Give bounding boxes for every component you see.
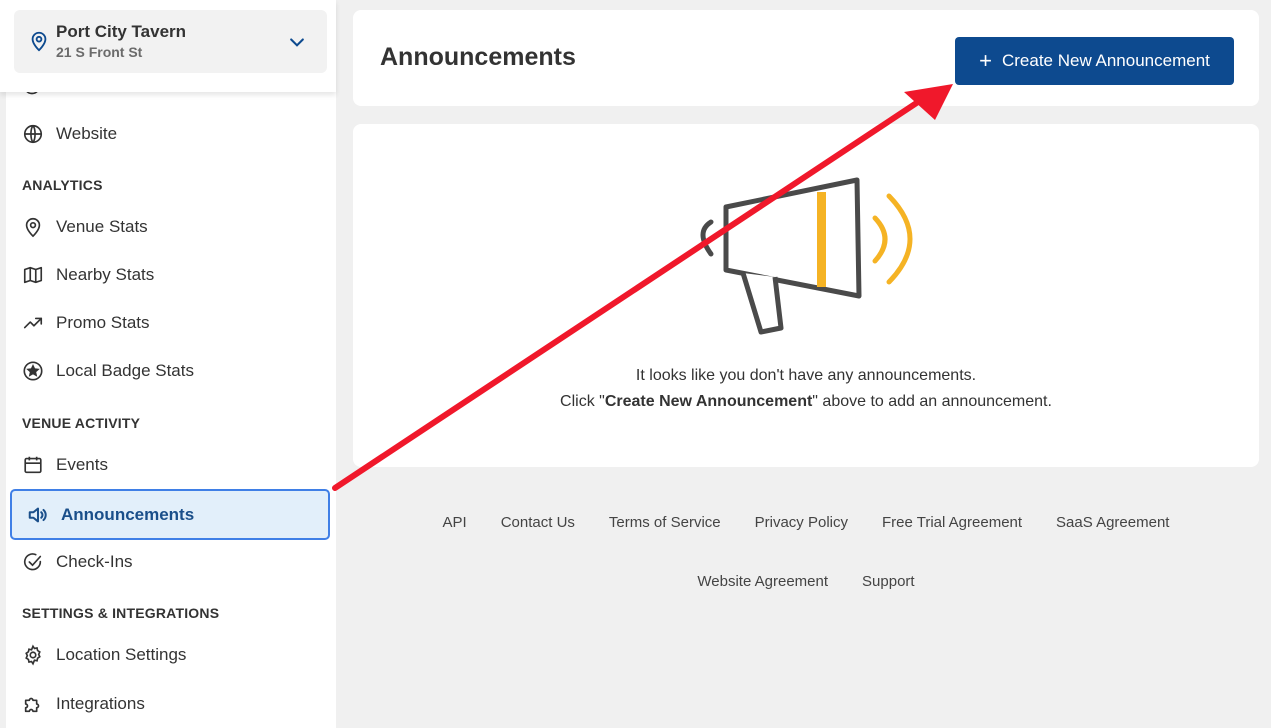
- sidebar-item-promo-stats[interactable]: Promo Stats: [4, 299, 324, 347]
- footer-links-row-2: Website Agreement Support: [353, 573, 1259, 590]
- sidebar-item-announcements[interactable]: Announcements: [10, 489, 330, 540]
- sidebar-item-label: Venue Stats: [56, 217, 148, 236]
- sidebar-item-label: Events: [56, 455, 108, 474]
- footer-link-free-trial[interactable]: Free Trial Agreement: [882, 514, 1022, 531]
- sidebar-item-location-settings[interactable]: Location Settings: [4, 631, 324, 679]
- location-address: 21 S Front St: [56, 44, 143, 60]
- sidebar-item-label: Check-Ins: [56, 552, 133, 571]
- empty-state-message: It looks like you don't have any announc…: [635, 367, 977, 384]
- section-label-analytics: ANALYTICS: [22, 177, 103, 193]
- sidebar-item-label: Website: [56, 124, 118, 143]
- sidebar-item-website[interactable]: Website: [4, 110, 324, 158]
- megaphone-icon: [28, 507, 47, 522]
- location-pin-icon: [31, 31, 47, 52]
- check-circle-icon: [23, 553, 42, 571]
- plus-icon: +: [979, 48, 992, 73]
- chevron-down-icon[interactable]: [287, 32, 307, 52]
- location-header: Port City Tavern 21 S Front St: [0, 0, 336, 92]
- sidebar-item-label: Promo Stats: [56, 313, 150, 332]
- create-announcement-label: Create New Announcement: [1001, 51, 1210, 70]
- page-header: Announcements + Create New Announcement: [353, 10, 1259, 106]
- empty-state-card: It looks like you don't have any announc…: [353, 124, 1259, 467]
- sidebar-item-venue-stats[interactable]: Venue Stats: [4, 203, 324, 251]
- footer-link-website-agreement[interactable]: Website Agreement: [697, 573, 828, 590]
- sidebar-item-label: Integrations: [56, 694, 145, 713]
- trending-up-icon: [23, 317, 43, 329]
- sidebar-item-label: Nearby Stats: [56, 265, 155, 284]
- sidebar-item-label: Local Badge Stats: [56, 361, 194, 380]
- gear-icon: [25, 644, 41, 666]
- sidebar-item-label: Announcements: [61, 504, 195, 524]
- section-label-settings: SETTINGS & INTEGRATIONS: [22, 605, 220, 621]
- location-selector[interactable]: Port City Tavern 21 S Front St: [14, 10, 327, 73]
- footer-link-support[interactable]: Support: [862, 573, 915, 590]
- instruction-suffix: " above to add an announcement.: [812, 393, 1052, 410]
- sidebar-item-check-ins[interactable]: Check-Ins: [4, 538, 324, 586]
- megaphone-illustration-icon: [700, 177, 913, 335]
- footer-link-contact[interactable]: Contact Us: [501, 514, 575, 531]
- puzzle-icon: [24, 697, 40, 713]
- footer-link-saas[interactable]: SaaS Agreement: [1056, 514, 1169, 531]
- instruction-prefix: Click ": [560, 393, 605, 410]
- map-icon: [23, 266, 43, 284]
- location-pin-icon: [25, 217, 41, 238]
- page-title: Announcements: [380, 43, 576, 71]
- footer-link-terms[interactable]: Terms of Service: [609, 514, 721, 531]
- calendar-icon: [24, 456, 42, 474]
- sidebar-item-events[interactable]: Events: [4, 441, 324, 489]
- footer-link-privacy[interactable]: Privacy Policy: [755, 514, 848, 531]
- footer-link-api[interactable]: API: [443, 514, 467, 531]
- sidebar-item-integrations[interactable]: Integrations: [4, 680, 324, 728]
- sidebar-item-label: Location Settings: [56, 645, 187, 664]
- footer-links-row-1: API Contact Us Terms of Service Privacy …: [353, 514, 1259, 531]
- star-badge-icon: [23, 361, 43, 381]
- section-label-venue-activity: VENUE ACTIVITY: [22, 415, 141, 431]
- globe-icon: [23, 124, 43, 144]
- sidebar-item-local-badge-stats[interactable]: Local Badge Stats: [4, 347, 324, 395]
- instruction-bold: Create New Announcement: [604, 393, 813, 410]
- location-name: Port City Tavern: [56, 22, 187, 41]
- sidebar-item-nearby-stats[interactable]: Nearby Stats: [4, 251, 324, 299]
- create-announcement-button[interactable]: + Create New Announcement: [955, 37, 1234, 85]
- empty-state-instruction: Click "Create New Announcement" above to…: [353, 393, 1259, 411]
